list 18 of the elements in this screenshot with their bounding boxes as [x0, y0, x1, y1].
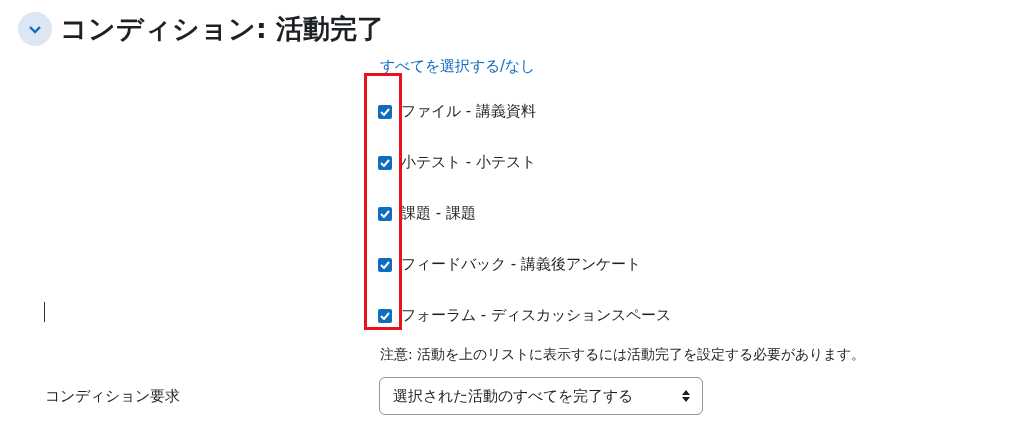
checkbox[interactable]	[378, 155, 392, 170]
checkbox-label: フィードバック - 講義後アンケート	[401, 255, 641, 274]
select-all-link[interactable]: すべてを選択する/なし	[380, 57, 536, 76]
checkbox[interactable]	[378, 257, 392, 272]
checkbox[interactable]	[378, 206, 392, 221]
field-label: コンディション要求	[44, 386, 181, 406]
note-text: 注意: 活動を上のリストに表示するには活動完了を設定する必要があります。	[380, 346, 867, 364]
text-cursor	[44, 302, 45, 322]
collapse-button[interactable]	[18, 12, 52, 46]
checkbox[interactable]	[378, 308, 392, 323]
checkbox[interactable]	[378, 104, 392, 119]
checkbox-label: 小テスト - 小テスト	[401, 153, 536, 172]
checkbox-label: フォーラム - ディスカッションスペース	[401, 306, 671, 325]
chevron-down-icon	[28, 24, 42, 34]
requirement-select[interactable]: 選択された活動のすべてを完了する	[379, 377, 703, 415]
sort-icon	[682, 390, 690, 402]
section-title: コンディション: 活動完了	[60, 12, 385, 46]
checkbox-label: ファイル - 講義資料	[401, 102, 536, 121]
